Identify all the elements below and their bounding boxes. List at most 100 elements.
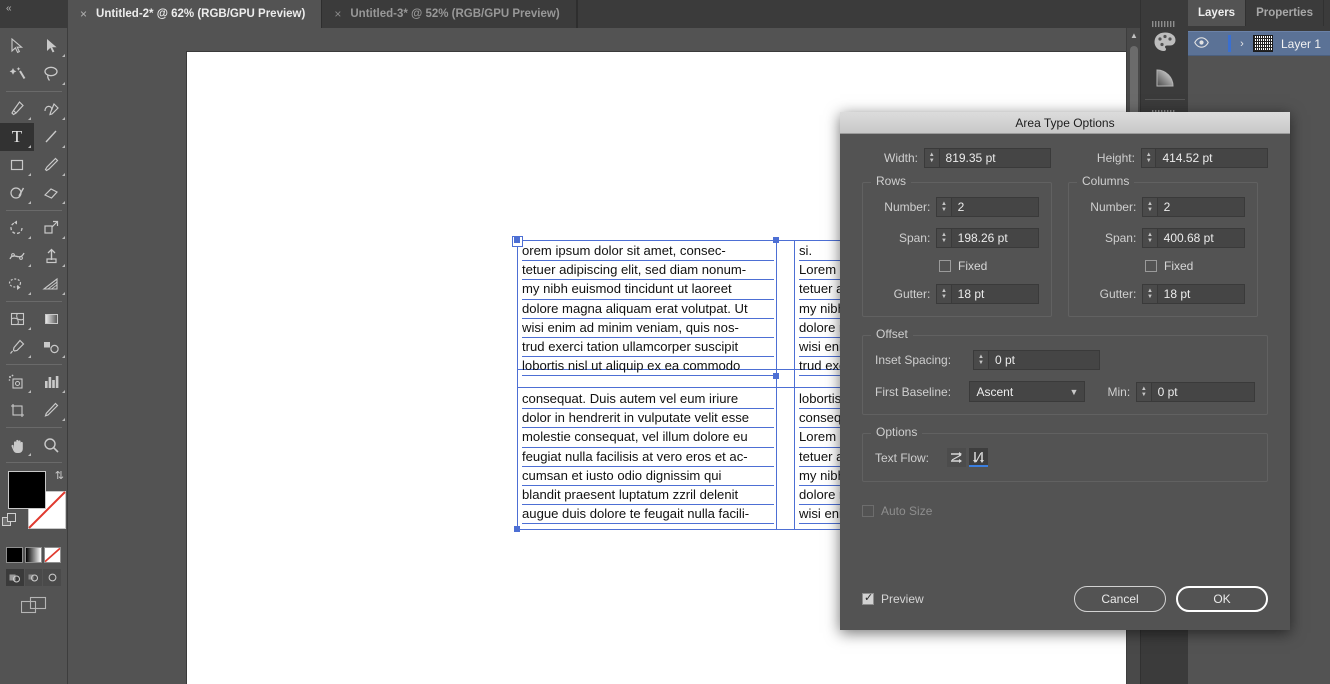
paintbrush-tool[interactable] xyxy=(34,151,68,179)
preview-checkbox[interactable] xyxy=(862,591,874,605)
offset-group-title: Offset xyxy=(871,327,913,341)
width-tool[interactable] xyxy=(0,242,34,270)
min-stepper[interactable]: ▲ ▼ xyxy=(1136,381,1151,402)
ok-button[interactable]: OK xyxy=(1176,586,1268,612)
dock-grip[interactable] xyxy=(1151,103,1178,116)
column-graph-tool[interactable] xyxy=(34,368,68,396)
height-stepper[interactable]: ▲ ▼ xyxy=(1140,148,1156,168)
rows-group: Rows Number: ▲ ▼ 2 Span: ▲ ▼ 198.26 pt Fix… xyxy=(862,174,1052,317)
columns-span-stepper[interactable]: ▲ ▼ xyxy=(1142,228,1157,248)
layer-row-1[interactable]: › Layer 1 xyxy=(1188,31,1330,56)
rows-fixed-row[interactable]: Fixed xyxy=(939,259,1039,273)
zoom-tool[interactable] xyxy=(34,431,68,459)
gradient-tool[interactable] xyxy=(34,305,68,333)
default-fill-stroke-icon[interactable] xyxy=(2,513,18,529)
first-baseline-select[interactable]: Ascent ▼ xyxy=(969,381,1086,402)
close-icon[interactable]: × xyxy=(80,7,87,21)
swap-fill-stroke-icon[interactable]: ⇅ xyxy=(55,469,64,482)
gradient-panel-icon[interactable] xyxy=(1141,60,1189,96)
tab-properties[interactable]: Properties xyxy=(1246,0,1324,26)
dock-grip[interactable] xyxy=(1151,14,1178,27)
chevron-right-icon[interactable]: › xyxy=(1231,38,1253,50)
tool-flyout-indicator xyxy=(28,173,31,176)
selection-tool[interactable] xyxy=(0,32,34,60)
scale-tool[interactable] xyxy=(34,214,68,242)
rows-span-stepper[interactable]: ▲ ▼ xyxy=(936,228,951,248)
eyedropper-tool[interactable] xyxy=(0,333,34,361)
inset-spacing-label: Inset Spacing: xyxy=(875,353,952,367)
symbol-sprayer-tool[interactable] xyxy=(0,368,34,396)
lasso-tool[interactable] xyxy=(34,60,68,88)
shape-builder-tool[interactable] xyxy=(0,270,34,298)
mesh-tool[interactable] xyxy=(0,305,34,333)
flow-by-columns-icon[interactable] xyxy=(969,448,988,467)
columns-fixed-row[interactable]: Fixed xyxy=(1145,259,1245,273)
preview-label: Preview xyxy=(881,592,924,606)
columns-gutter-input[interactable]: 18 pt xyxy=(1156,284,1245,304)
rectangle-tool[interactable] xyxy=(0,151,34,179)
perspective-grid-tool[interactable] xyxy=(34,270,68,298)
tool-flyout-indicator xyxy=(62,54,65,57)
columns-gutter-label: Gutter: xyxy=(1099,287,1137,301)
rows-span-input[interactable]: 198.26 pt xyxy=(950,228,1039,248)
dialog-title-bar[interactable]: Area Type Options xyxy=(840,112,1290,134)
direct-selection-tool[interactable] xyxy=(34,32,68,60)
min-input[interactable]: 0 pt xyxy=(1150,381,1256,402)
width-input[interactable]: 819.35 pt xyxy=(938,148,1052,168)
close-icon[interactable]: × xyxy=(334,7,341,21)
pen-tool[interactable] xyxy=(0,95,34,123)
rows-number-input[interactable]: 2 xyxy=(950,197,1039,217)
dock-divider xyxy=(1145,99,1185,100)
columns-number-stepper[interactable]: ▲ ▼ xyxy=(1142,197,1157,217)
line-segment-tool[interactable] xyxy=(34,123,68,151)
rows-fixed-checkbox[interactable] xyxy=(939,260,951,272)
frame-anchor-bottom-left[interactable] xyxy=(514,526,520,532)
text-line: feugiat nulla facilisis at vero eros et … xyxy=(522,448,774,467)
collapse-panel-icon[interactable]: « xyxy=(6,4,12,14)
scroll-up-icon[interactable]: ▲ xyxy=(1127,28,1141,42)
tab-layers[interactable]: Layers xyxy=(1188,0,1247,26)
rotate-tool[interactable] xyxy=(0,214,34,242)
free-transform-tool[interactable] xyxy=(34,242,68,270)
blend-tool[interactable] xyxy=(34,333,68,361)
columns-span-row: Span: ▲ ▼ 400.68 pt xyxy=(1081,228,1245,248)
slice-tool[interactable] xyxy=(34,396,68,424)
artboard-tool[interactable] xyxy=(0,396,34,424)
color-panel-icon[interactable] xyxy=(1141,24,1189,60)
columns-span-input[interactable]: 400.68 pt xyxy=(1156,228,1245,248)
color-button[interactable] xyxy=(6,547,23,563)
cancel-button[interactable]: Cancel xyxy=(1074,586,1166,612)
eraser-tool[interactable] xyxy=(34,179,68,207)
width-stepper[interactable]: ▲ ▼ xyxy=(924,148,939,168)
draw-behind-button[interactable] xyxy=(24,569,43,586)
draw-normal-button[interactable] xyxy=(6,569,24,586)
columns-gutter-stepper[interactable]: ▲ ▼ xyxy=(1142,284,1157,304)
inset-spacing-stepper[interactable]: ▲ ▼ xyxy=(973,350,988,370)
width-label: Width: xyxy=(884,151,919,165)
height-input[interactable]: 414.52 pt xyxy=(1155,148,1268,168)
flow-by-rows-icon[interactable] xyxy=(947,448,966,467)
none-button[interactable] xyxy=(44,547,61,563)
rows-gutter-stepper[interactable]: ▲ ▼ xyxy=(936,284,951,304)
rows-gutter-input[interactable]: 18 pt xyxy=(950,284,1039,304)
type-tool[interactable]: T xyxy=(0,123,34,151)
inset-spacing-input[interactable]: 0 pt xyxy=(988,350,1100,370)
hand-tool[interactable] xyxy=(0,431,34,459)
draw-inside-button[interactable] xyxy=(43,569,62,586)
change-screen-mode-icon[interactable] xyxy=(20,596,47,614)
magic-wand-tool[interactable] xyxy=(0,60,34,88)
curvature-tool[interactable] xyxy=(34,95,68,123)
eye-icon[interactable] xyxy=(1188,36,1214,51)
document-tab-1[interactable]: × Untitled-2* @ 62% (RGB/GPU Preview) xyxy=(68,0,323,28)
columns-fixed-checkbox[interactable] xyxy=(1145,260,1157,272)
document-tab-2[interactable]: × Untitled-3* @ 52% (RGB/GPU Preview) xyxy=(322,0,577,28)
layer-name[interactable]: Layer 1 xyxy=(1281,37,1321,51)
tool-flyout-indicator xyxy=(28,201,31,204)
rows-number-stepper[interactable]: ▲ ▼ xyxy=(936,197,951,217)
shaper-tool[interactable] xyxy=(0,179,34,207)
gradient-button[interactable] xyxy=(25,547,42,563)
tab-libraries[interactable]: Lib xyxy=(1324,0,1330,26)
frame-anchor-top-left[interactable] xyxy=(514,237,520,243)
fill-swatch[interactable] xyxy=(8,471,46,509)
columns-number-input[interactable]: 2 xyxy=(1156,197,1245,217)
